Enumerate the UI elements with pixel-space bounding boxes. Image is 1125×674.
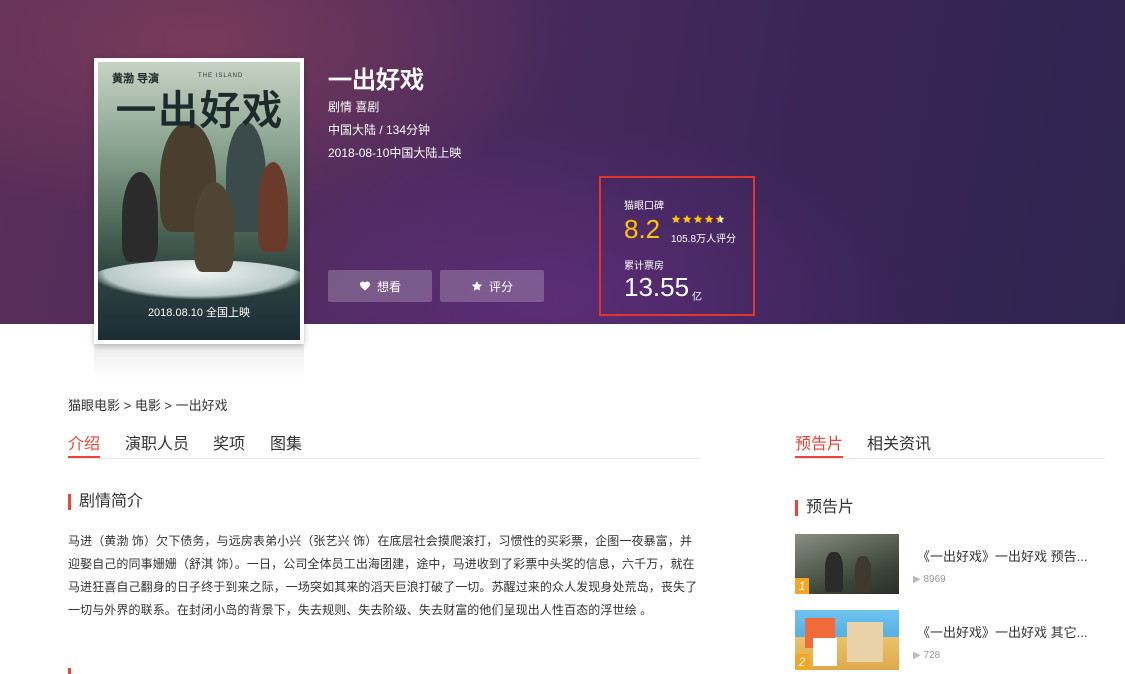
trailer-rank: 1 [795, 578, 809, 594]
star-icon [704, 214, 714, 223]
movie-region-duration: 中国大陆 / 134分钟 [328, 123, 431, 137]
rate-label: 评分 [488, 279, 513, 294]
star-icon [693, 214, 703, 223]
trailers-heading: 预告片 [795, 500, 854, 516]
poster-image: 黄渤 导演 THE ISLAND 一出好戏 2018.08.10 全国上映 [98, 62, 300, 340]
breadcrumb[interactable]: 猫眼电影 > 电影 > 一出好戏 [68, 395, 228, 414]
trailer-plays: ▶ 728 [913, 650, 940, 661]
synopsis-text: 马进（黄渤 饰）欠下债务，与远房表弟小兴（张艺兴 饰）在底层社会摸爬滚打，习惯性… [68, 534, 698, 617]
rating-label: 猫眼口碑 [624, 201, 664, 212]
tab-related-news[interactable]: 相关资讯 [867, 430, 931, 458]
half-star-icon [715, 214, 725, 223]
thumb-block [847, 622, 883, 662]
trailer-title[interactable]: 《一出好戏》一出好戏 预告... [917, 546, 1087, 565]
rating-count: 105.8万人评分 [671, 234, 737, 245]
rating-score: 8.2 [624, 214, 661, 244]
star-icon [671, 214, 681, 223]
tab-trailers[interactable]: 预告片 [795, 430, 844, 458]
rating-box: 猫眼口碑 8.2 105.8万人评分 累计票房 13.55 亿 [599, 176, 755, 316]
tab-cast[interactable]: 演职人员 [125, 430, 189, 458]
poster-figure [122, 172, 158, 262]
play-icon: ▶ [913, 574, 921, 585]
heart-icon [359, 281, 370, 291]
box-office-label: 累计票房 [624, 261, 664, 272]
trailer-play-count: 728 [923, 650, 941, 661]
box-office-unit: 亿 [692, 292, 702, 303]
movie-title: 一出好戏 [328, 67, 424, 94]
thumb-figure [825, 552, 843, 592]
trailer-item[interactable]: 2 《一出好戏》一出好戏 其它... ▶ 728 [795, 610, 1115, 670]
want-to-see-button[interactable]: 想看 [328, 270, 432, 302]
trailer-thumbnail[interactable]: 1 [795, 534, 899, 594]
thumb-figure [855, 556, 871, 592]
side-tabs: 预告片 相关资讯 [795, 430, 1105, 459]
box-office-value: 13.55 [624, 272, 690, 302]
poster-date: 2018.08.10 全国上映 [147, 307, 251, 319]
poster-figure [258, 162, 288, 252]
main-tabs: 介绍 演职人员 奖项 图集 [68, 430, 700, 459]
star-icon [471, 281, 483, 291]
trailer-thumbnail[interactable]: 2 [795, 610, 899, 670]
want-to-see-label: 想看 [376, 279, 401, 294]
play-icon: ▶ [913, 650, 921, 661]
trailer-rank: 2 [795, 654, 809, 670]
rating-stars [671, 214, 725, 224]
movie-poster[interactable]: 黄渤 导演 THE ISLAND 一出好戏 2018.08.10 全国上映 [94, 58, 304, 344]
rate-button[interactable]: 评分 [440, 270, 544, 302]
next-section-heading [68, 668, 139, 674]
movie-release-date: 2018-08-10中国大陆上映 [328, 146, 462, 160]
tab-awards[interactable]: 奖项 [213, 430, 245, 458]
thumb-block [813, 638, 837, 666]
trailer-plays: ▶ 8969 [913, 574, 946, 585]
trailer-title[interactable]: 《一出好戏》一出好戏 其它... [917, 622, 1087, 641]
star-icon [682, 214, 692, 223]
poster-reflection [94, 344, 304, 378]
synopsis-heading: 剧情简介 [68, 494, 143, 510]
poster-figure [194, 182, 234, 272]
tab-intro[interactable]: 介绍 [68, 430, 101, 458]
movie-genres: 剧情 喜剧 [328, 100, 380, 114]
trailer-item[interactable]: 1 《一出好戏》一出好戏 预告... ▶ 8969 [795, 534, 1115, 594]
trailer-play-count: 8969 [923, 574, 946, 585]
tab-gallery[interactable]: 图集 [270, 430, 302, 458]
poster-title: 一出好戏 [116, 87, 284, 134]
